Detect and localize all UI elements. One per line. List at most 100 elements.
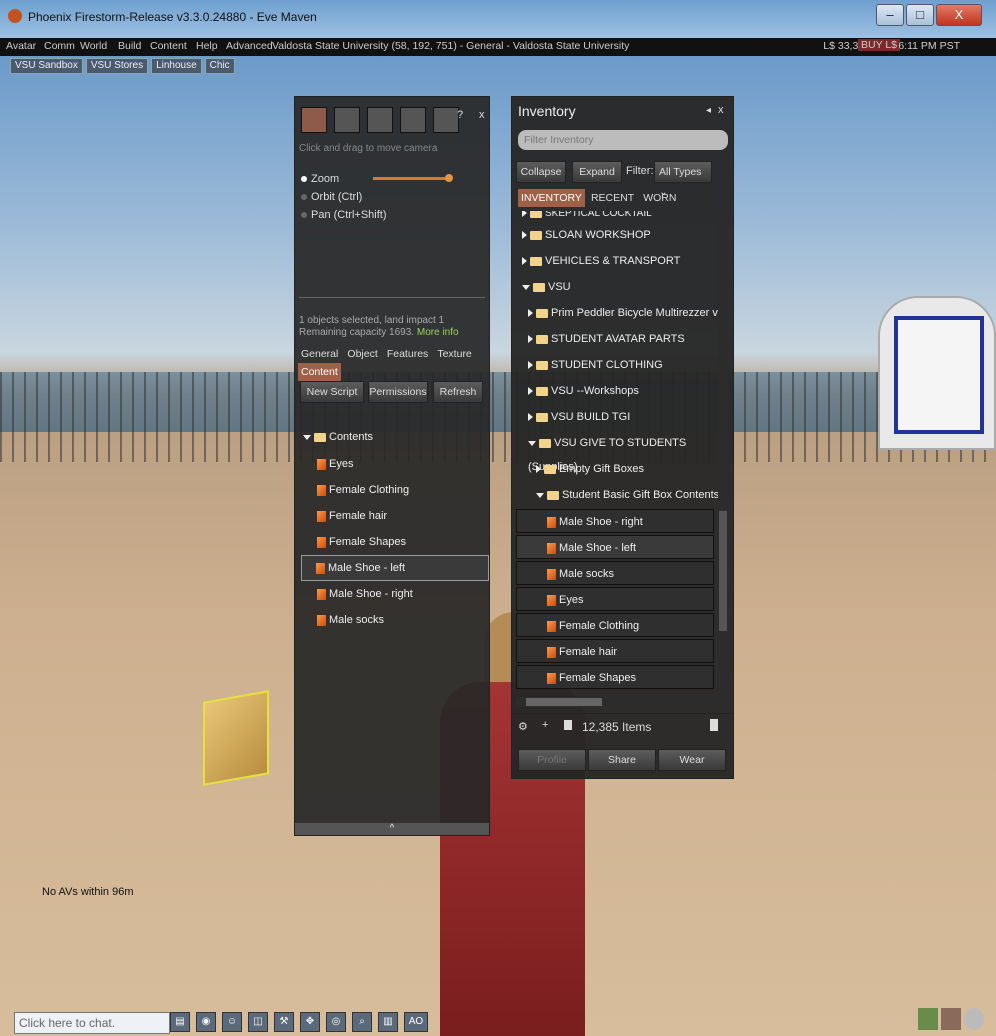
wear-button[interactable]: Wear [658, 749, 726, 771]
tab-features[interactable]: Features [384, 345, 431, 363]
close-panel-icon[interactable]: x [479, 109, 485, 121]
menu-comm[interactable]: Comm [44, 40, 75, 52]
hscroll-thumb[interactable] [526, 698, 602, 706]
list-item[interactable]: Female Clothing [516, 613, 714, 637]
list-item[interactable]: Male Shoe - right [516, 509, 714, 533]
minimap-icon[interactable] [918, 1008, 938, 1030]
close-inventory-icon[interactable]: x [718, 104, 724, 116]
folder-row[interactable]: Prim Peddler Bicycle Multirezzer v1.1 (b… [528, 301, 718, 325]
list-item[interactable]: Male Shoe - right [317, 582, 413, 606]
filter-inventory-input[interactable]: Filter Inventory [518, 130, 728, 150]
menu-help[interactable]: Help [196, 40, 218, 52]
folder-row[interactable]: STUDENT CLOTHING [528, 353, 663, 377]
speak-icon[interactable]: ◉ [196, 1012, 216, 1032]
favorite-vsu-stores[interactable]: VSU Stores [85, 58, 149, 74]
list-item[interactable]: Female Clothing [317, 478, 409, 502]
new-script-button[interactable]: New Script [300, 381, 364, 403]
refresh-button[interactable]: Refresh [433, 381, 483, 403]
minimize-button[interactable]: – [876, 4, 904, 26]
camera-icon[interactable]: ◎ [326, 1012, 346, 1032]
share-button[interactable]: Share [588, 749, 656, 771]
scroll-thumb[interactable] [719, 511, 727, 631]
folder-row[interactable]: VEHICLES & TRANSPORT [522, 249, 680, 273]
maximize-button[interactable]: □ [906, 4, 934, 26]
dock-icon[interactable]: ◂ [706, 105, 711, 116]
folder-row[interactable]: VSU [522, 275, 571, 299]
zoom-slider[interactable] [373, 174, 453, 182]
contents-folder[interactable]: Contents [303, 425, 373, 449]
trash-icon[interactable] [710, 719, 718, 731]
tab-general[interactable]: General [298, 345, 341, 363]
filter-type-dropdown[interactable]: All Types ⌄ [654, 161, 712, 198]
avatar-thumbnail-icon[interactable] [941, 1008, 961, 1030]
move-tool-icon[interactable] [334, 107, 360, 133]
list-item[interactable]: Female Shapes [516, 665, 714, 689]
buy-currency-button[interactable]: BUY L$ [858, 39, 900, 51]
status-icon[interactable] [964, 1008, 984, 1030]
menu-world[interactable]: World [80, 40, 107, 52]
collapse-button[interactable]: Collapse [516, 161, 566, 183]
add-icon[interactable]: + [542, 719, 548, 731]
mode-pan[interactable]: Pan (Ctrl+Shift) [301, 209, 387, 221]
close-button[interactable]: X [936, 4, 982, 26]
slider-thumb-icon[interactable] [445, 174, 453, 182]
horizontal-scrollbar[interactable] [516, 697, 718, 707]
favorite-linhouse[interactable]: Linhouse [151, 58, 202, 74]
menu-content[interactable]: Content [150, 40, 187, 52]
list-item[interactable]: Female hair [317, 504, 387, 528]
folder-row[interactable]: VSU GIVE TO STUDENTS (Supplies) [528, 431, 718, 473]
favorite-vsu-sandbox[interactable]: VSU Sandbox [10, 58, 83, 74]
menu-advanced[interactable]: Advanced [226, 40, 273, 52]
vertical-scrollbar[interactable] [718, 211, 728, 697]
move-icon[interactable]: ✥ [300, 1012, 320, 1032]
folder-row[interactable]: Empty Gift Boxes [536, 457, 644, 481]
tab-texture[interactable]: Texture [434, 345, 474, 363]
ao-button[interactable]: AO [404, 1012, 428, 1032]
edit-tool-icon[interactable] [367, 107, 393, 133]
wooden-cube[interactable] [203, 690, 269, 786]
folder-row[interactable]: STUDENT AVATAR PARTS [528, 327, 685, 351]
mode-orbit[interactable]: Orbit (Ctrl) [301, 191, 362, 203]
create-tool-icon[interactable] [400, 107, 426, 133]
gear-icon[interactable]: ⚙ [518, 720, 528, 733]
list-item[interactable]: Male socks [317, 608, 384, 632]
list-item[interactable]: Male Shoe - left [516, 535, 714, 559]
profile-button[interactable]: Profile [518, 749, 586, 771]
collapse-bar[interactable]: ^ [295, 823, 489, 835]
tab-recent[interactable]: RECENT [588, 189, 637, 207]
folder-row[interactable]: SLOAN WORKSHOP [522, 223, 651, 247]
favorite-chic[interactable]: Chic [204, 58, 235, 74]
snapshot-icon[interactable]: ◫ [248, 1012, 268, 1032]
tab-content[interactable]: Content [298, 363, 341, 381]
inventory-icon[interactable]: ▥ [378, 1012, 398, 1032]
help-icon[interactable]: ? [457, 109, 463, 121]
people-icon[interactable]: ☺ [222, 1012, 242, 1032]
folder-row[interactable]: Student Basic Gift Box Contents (Store f… [536, 483, 718, 507]
permissions-button[interactable]: Permissions [368, 381, 428, 403]
expand-button[interactable]: Expand [572, 161, 622, 183]
tab-object[interactable]: Object [344, 345, 380, 363]
list-item-selected[interactable]: Male Shoe - left [301, 555, 489, 581]
tab-worn[interactable]: WORN [640, 189, 679, 207]
focus-tool-icon[interactable] [301, 107, 327, 133]
build-icon[interactable]: ⚒ [274, 1012, 294, 1032]
list-item[interactable]: Male socks [516, 561, 714, 585]
menu-build[interactable]: Build [118, 40, 141, 52]
land-tool-icon[interactable] [433, 107, 459, 133]
menu-avatar[interactable]: Avatar [6, 40, 36, 52]
folder-row-partial[interactable]: SKEPTICAL COCKTAIL [522, 211, 652, 221]
mode-zoom[interactable]: Zoom [301, 173, 339, 185]
list-item[interactable]: Eyes [516, 587, 714, 611]
search-icon[interactable]: ⌕ [352, 1012, 372, 1032]
folder-row[interactable]: VSU BUILD TGI [528, 405, 630, 429]
chat-history-icon[interactable]: ▤ [170, 1012, 190, 1032]
trash-small-icon[interactable] [564, 720, 572, 730]
list-item[interactable]: Eyes [317, 452, 353, 476]
list-item[interactable]: Female Shapes [317, 530, 406, 554]
location-bar[interactable]: Valdosta State University (58, 192, 751)… [272, 40, 629, 52]
chat-input[interactable]: Click here to chat. [14, 1012, 170, 1034]
list-item[interactable]: Female hair [516, 639, 714, 663]
more-info-link[interactable]: More info [417, 327, 459, 338]
tab-inventory[interactable]: INVENTORY [518, 189, 585, 207]
folder-row[interactable]: VSU --Workshops [528, 379, 639, 403]
